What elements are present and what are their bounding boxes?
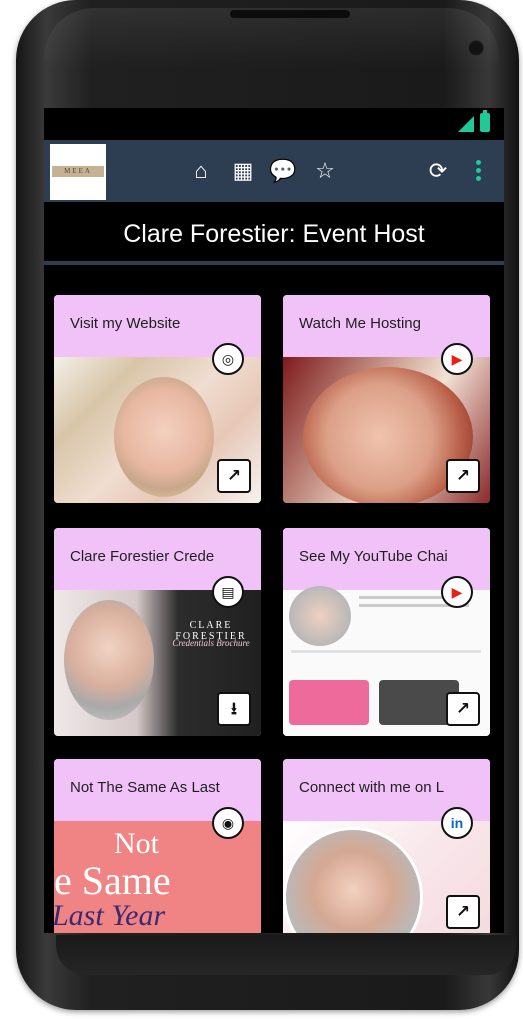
- card-title: Watch Me Hosting: [299, 315, 421, 332]
- channel-text-line: [359, 596, 449, 599]
- title-divider: [44, 261, 504, 265]
- image-text: Last Year: [54, 899, 166, 932]
- front-camera: [468, 40, 484, 56]
- external-link-icon[interactable]: ↗: [446, 692, 480, 726]
- speaker-grill: [230, 10, 350, 18]
- card-watch-hosting[interactable]: Watch Me Hosting ▶ ↗: [283, 295, 490, 503]
- card-credentials[interactable]: Clare Forestier Crede CLARE FORESTIER Cr…: [54, 528, 261, 736]
- image-text: he Same: [54, 858, 171, 903]
- card-title: Not The Same As Last: [70, 779, 220, 796]
- portrait-photo: [64, 600, 154, 720]
- image-subtext: Credentials Brochure: [172, 638, 250, 648]
- status-bar: [44, 108, 504, 140]
- document-icon: ▤: [212, 576, 244, 608]
- card-title: Connect with me on L: [299, 779, 445, 796]
- device-screen: MEEA ⌂ ▦ 💬 ☆ ⟳ Clare Forestier: Event Ho…: [44, 108, 504, 933]
- battery-icon: [480, 110, 490, 132]
- video-thumbnail: [289, 680, 369, 725]
- bottom-bezel: [56, 935, 516, 975]
- card-visit-website[interactable]: Visit my Website ◎ ↗: [54, 295, 261, 503]
- card-podcast[interactable]: Not The Same As Last Not he Same Last Ye…: [54, 759, 261, 933]
- card-title: Visit my Website: [70, 315, 181, 332]
- external-link-icon[interactable]: ↗: [446, 895, 480, 929]
- image-text: Not: [114, 827, 159, 860]
- card-linkedin[interactable]: Connect with me on L in ↗: [283, 759, 490, 933]
- linkedin-icon: in: [441, 807, 473, 839]
- star-icon[interactable]: ☆: [312, 158, 338, 184]
- page-title: Clare Forestier: Event Host: [123, 220, 425, 248]
- refresh-icon[interactable]: ⟳: [425, 158, 451, 184]
- portrait-photo: [114, 377, 214, 497]
- external-link-icon[interactable]: ↗: [446, 459, 480, 493]
- channel-tabs: [291, 650, 481, 653]
- external-link-icon[interactable]: ↗: [217, 459, 251, 493]
- card-title: See My YouTube Chai: [299, 548, 448, 565]
- page-title-bar: Clare Forestier: Event Host: [44, 202, 504, 265]
- website-icon: ◎: [212, 343, 244, 375]
- download-icon[interactable]: ⭳: [217, 692, 251, 726]
- home-icon[interactable]: ⌂: [188, 158, 214, 184]
- logo-text: MEEA: [64, 167, 92, 175]
- youtube-icon: ▶: [441, 343, 473, 375]
- chat-icon[interactable]: 💬: [269, 158, 296, 184]
- app-toolbar: MEEA ⌂ ▦ 💬 ☆ ⟳: [44, 140, 504, 202]
- card-title: Clare Forestier Crede: [70, 548, 215, 565]
- youtube-icon: ▶: [441, 576, 473, 608]
- card-youtube-channel[interactable]: See My YouTube Chai ▶ ↗: [283, 528, 490, 736]
- qr-code-icon[interactable]: ▦: [230, 158, 256, 184]
- signal-icon: [458, 116, 474, 132]
- channel-avatar: [289, 586, 351, 646]
- more-vertical-icon[interactable]: [472, 157, 484, 183]
- profile-photo: [283, 827, 423, 933]
- brand-logo[interactable]: MEEA: [50, 144, 106, 200]
- rss-icon: ◉: [212, 807, 244, 839]
